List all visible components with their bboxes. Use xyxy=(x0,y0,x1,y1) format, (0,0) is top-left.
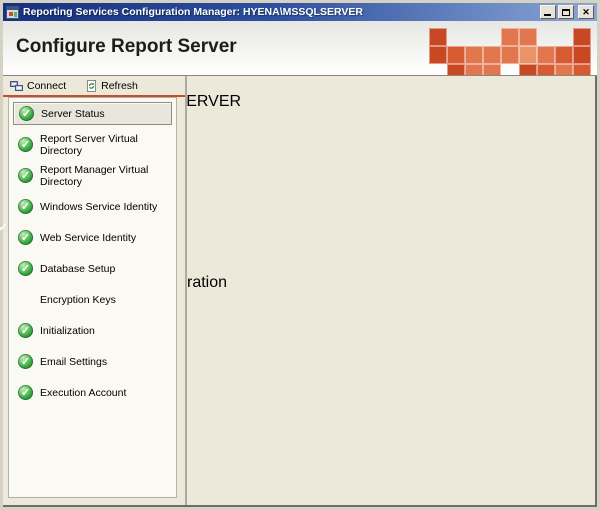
maximize-icon xyxy=(562,9,570,16)
window-title: Reporting Services Configuration Manager… xyxy=(23,6,538,18)
mosaic-cell xyxy=(573,46,591,64)
sidebar-item-execution-account[interactable]: Execution Account xyxy=(9,377,176,408)
optional-configuration-icon xyxy=(18,292,33,307)
sidebar-item-label: Email Settings xyxy=(40,356,107,368)
mosaic-cell xyxy=(429,28,447,46)
mosaic-cell xyxy=(447,46,465,64)
minimize-icon xyxy=(544,14,551,16)
mosaic-cell xyxy=(573,28,591,46)
navigation-list: Server Status Report Server Virtual Dire… xyxy=(8,97,177,498)
sidebar-item-label: Report Server Virtual Directory xyxy=(40,133,176,157)
close-button[interactable]: ✕ xyxy=(578,5,594,19)
mosaic-cell xyxy=(519,64,537,76)
sidebar-item-label: Execution Account xyxy=(40,387,126,399)
sidebar-item-label: Web Service Identity xyxy=(40,232,136,244)
sidebar-item-report-manager-virtual-directory[interactable]: Report Manager Virtual Directory xyxy=(9,160,176,191)
configured-icon xyxy=(18,199,33,214)
sidebar-item-windows-service-identity[interactable]: Windows Service Identity xyxy=(9,191,176,222)
mosaic-cell xyxy=(465,64,483,76)
configured-icon xyxy=(18,261,33,276)
configured-icon xyxy=(18,137,33,152)
mosaic-cell xyxy=(555,46,573,64)
mosaic-cell xyxy=(483,46,501,64)
sidebar-item-report-server-virtual-directory[interactable]: Report Server Virtual Directory xyxy=(9,129,176,160)
mosaic-cell xyxy=(537,64,555,76)
app-icon xyxy=(6,6,19,19)
mosaic-cell xyxy=(465,46,483,64)
header-mosaic xyxy=(429,28,591,76)
mosaic-cell xyxy=(573,64,591,76)
mosaic-cell xyxy=(501,46,519,64)
toolbar: Connect Refresh xyxy=(3,76,185,95)
sidebar-item-database-setup[interactable]: Database Setup xyxy=(9,253,176,284)
connect-icon xyxy=(10,80,23,92)
sidebar-item-label: Windows Service Identity xyxy=(40,201,157,213)
mosaic-cell xyxy=(429,46,447,64)
sidebar-item-encryption-keys[interactable]: Encryption Keys xyxy=(9,284,176,315)
sidebar-item-email-settings[interactable]: Email Settings xyxy=(9,346,176,377)
mosaic-cell xyxy=(537,46,555,64)
sidebar-item-initialization[interactable]: Initialization xyxy=(9,315,176,346)
sidebar-item-server-status[interactable]: Server Status xyxy=(13,102,172,125)
mosaic-cell xyxy=(483,64,501,76)
navigation-pane: Connect Refresh Server Status Report S xyxy=(3,76,187,505)
configured-icon xyxy=(18,230,33,245)
maximize-button[interactable] xyxy=(558,5,574,19)
configured-icon xyxy=(18,168,33,183)
sidebar-item-label: Database Setup xyxy=(40,263,115,275)
sidebar-item-label: Encryption Keys xyxy=(40,294,116,306)
app-window: Reporting Services Configuration Manager… xyxy=(0,0,600,510)
mosaic-cell xyxy=(447,64,465,76)
page-header: Configure Report Server xyxy=(3,21,597,76)
configured-icon xyxy=(18,354,33,369)
page-title: Configure Report Server xyxy=(16,36,237,58)
configured-icon xyxy=(18,323,33,338)
configured-icon xyxy=(19,106,34,121)
connect-button[interactable]: Connect xyxy=(10,80,66,92)
sidebar-item-label: Initialization xyxy=(40,325,95,337)
minimize-button[interactable] xyxy=(540,5,556,19)
sidebar-item-web-service-identity[interactable]: Web Service Identity xyxy=(9,222,176,253)
refresh-button[interactable]: Refresh xyxy=(86,80,138,92)
mosaic-cell xyxy=(519,46,537,64)
mosaic-cell xyxy=(519,28,537,46)
mosaic-cell xyxy=(501,28,519,46)
mosaic-cell xyxy=(555,64,573,76)
connect-label: Connect xyxy=(27,80,66,92)
close-icon: ✕ xyxy=(582,8,590,17)
sidebar-item-label: Report Manager Virtual Directory xyxy=(40,164,176,188)
sidebar-item-label: Server Status xyxy=(41,108,105,120)
refresh-icon xyxy=(86,80,97,92)
refresh-label: Refresh xyxy=(101,80,138,92)
configured-icon xyxy=(18,385,33,400)
title-bar: Reporting Services Configuration Manager… xyxy=(3,3,597,21)
